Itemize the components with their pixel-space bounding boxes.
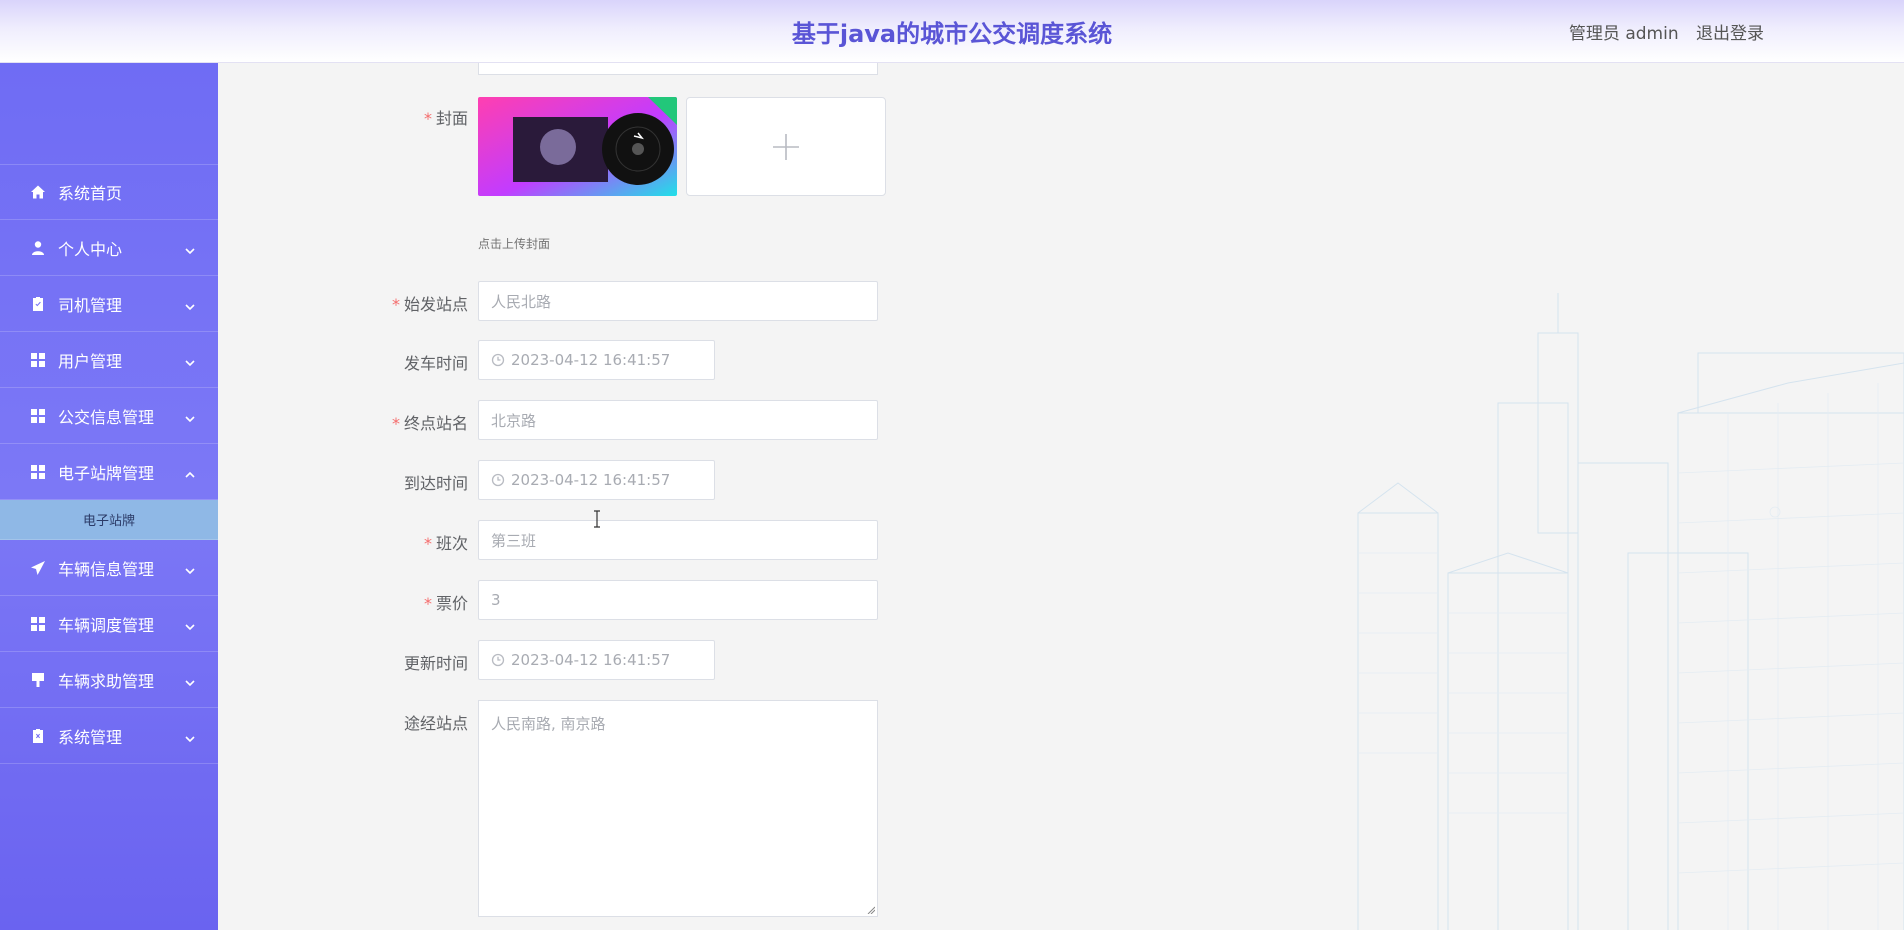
sidebar-item-label: 个人中心 <box>58 239 123 259</box>
upload-cover-button[interactable] <box>686 97 886 196</box>
grid-icon <box>30 408 46 424</box>
scrolled-off-input[interactable] <box>478 63 878 75</box>
text-cursor-icon <box>594 510 600 528</box>
sidebar-item-vehicle-info[interactable]: 车辆信息管理 <box>0 540 218 596</box>
grid-icon <box>30 464 46 480</box>
sidebar-item-label: 车辆求助管理 <box>58 671 155 691</box>
arrive-time-label: 到达时间 <box>403 474 468 493</box>
depart-time-value: 2023-04-12 16:41:57 <box>511 351 671 369</box>
via-stations-textarea[interactable]: 人民南路, 南京路 <box>478 700 878 917</box>
chevron-down-icon <box>184 298 196 311</box>
start-station-input[interactable]: 人民北路 <box>478 281 878 321</box>
start-station-label: * 始发站点 <box>391 295 468 314</box>
cover-image[interactable] <box>478 97 677 196</box>
sidebar-item-vehicle-dispatch[interactable]: 车辆调度管理 <box>0 596 218 652</box>
depart-time-label: 发车时间 <box>403 354 468 373</box>
user-area: 管理员 admin 退出登录 <box>1563 19 1764 44</box>
sidebar-item-vehicle-help[interactable]: 车辆求助管理 <box>0 652 218 708</box>
clock-icon <box>491 653 505 667</box>
via-stations-value: 人民南路, 南京路 <box>491 715 606 733</box>
shift-label: * 班次 <box>423 534 468 553</box>
logout-link[interactable]: 退出登录 <box>1696 24 1764 44</box>
depart-time-picker[interactable]: 2023-04-12 16:41:57 <box>478 340 715 380</box>
sidebar-item-label: 车辆调度管理 <box>58 615 155 635</box>
arrive-time-picker[interactable]: 2023-04-12 16:41:57 <box>478 460 715 500</box>
user-icon <box>30 240 46 256</box>
chevron-down-icon <box>184 410 196 423</box>
clipboard-x-icon <box>30 728 46 744</box>
fare-label: * 票价 <box>423 594 468 613</box>
clock-icon <box>491 353 505 367</box>
paper-plane-icon <box>30 560 46 576</box>
sidebar-item-users[interactable]: 用户管理 <box>0 332 218 388</box>
fare-input[interactable]: 3 <box>478 580 878 620</box>
sidebar-item-label: 系统管理 <box>58 727 123 747</box>
chevron-down-icon <box>184 242 196 255</box>
end-station-label: * 终点站名 <box>391 414 468 433</box>
sidebar-item-bus-info[interactable]: 公交信息管理 <box>0 388 218 444</box>
chevron-down-icon <box>184 562 196 575</box>
clock-icon <box>491 473 505 487</box>
main-content: * 封面 点击上传封面 * 始发站点 人民北路 发车时间 2023-04-12 … <box>218 63 1904 930</box>
brush-icon <box>30 672 46 688</box>
sidebar-menu: 系统首页 个人中心 司机管理 用户管理 公交信息管理 电子站牌管理 电子站牌 车… <box>0 164 218 764</box>
shift-input[interactable]: 第三班 <box>478 520 878 560</box>
grid-icon <box>30 616 46 632</box>
sidebar-item-home[interactable]: 系统首页 <box>0 164 218 220</box>
chevron-up-icon <box>184 466 196 478</box>
sidebar-item-label: 公交信息管理 <box>58 407 155 427</box>
end-station-input[interactable]: 北京路 <box>478 400 878 440</box>
chevron-down-icon <box>184 618 196 631</box>
sidebar: 系统首页 个人中心 司机管理 用户管理 公交信息管理 电子站牌管理 电子站牌 车… <box>0 63 218 930</box>
cover-label: * 封面 <box>423 109 468 128</box>
sidebar-item-personal-center[interactable]: 个人中心 <box>0 220 218 276</box>
chevron-down-icon <box>184 354 196 367</box>
update-time-value: 2023-04-12 16:41:57 <box>511 651 671 669</box>
sidebar-item-label: 电子站牌管理 <box>58 463 155 483</box>
update-time-picker[interactable]: 2023-04-12 16:41:57 <box>478 640 715 680</box>
sidebar-item-label: 司机管理 <box>58 295 123 315</box>
sidebar-item-driver[interactable]: 司机管理 <box>0 276 218 332</box>
update-time-label: 更新时间 <box>403 654 468 673</box>
upload-hint: 点击上传封面 <box>478 237 551 251</box>
chevron-down-icon <box>184 674 196 687</box>
via-stations-label: 途经站点 <box>403 714 468 733</box>
submenu-item-e-stop-sign[interactable]: 电子站牌 <box>0 500 218 540</box>
top-header: 基于java的城市公交调度系统 管理员 admin 退出登录 <box>0 0 1904 63</box>
home-icon <box>30 184 46 200</box>
city-background-illustration <box>1357 293 1904 930</box>
grid-icon <box>30 352 46 368</box>
resize-handle-icon[interactable] <box>867 906 875 914</box>
sidebar-item-label: 车辆信息管理 <box>58 559 155 579</box>
sidebar-item-e-stop-sign[interactable]: 电子站牌管理 <box>0 444 218 500</box>
arrive-time-value: 2023-04-12 16:41:57 <box>511 471 671 489</box>
clipboard-icon <box>30 296 46 312</box>
sidebar-item-system[interactable]: 系统管理 <box>0 708 218 764</box>
sidebar-item-label: 用户管理 <box>58 351 123 371</box>
sidebar-item-label: 系统首页 <box>58 184 123 203</box>
chevron-down-icon <box>184 730 196 743</box>
plus-icon <box>773 133 799 160</box>
user-role-label: 管理员 admin <box>1568 24 1679 44</box>
